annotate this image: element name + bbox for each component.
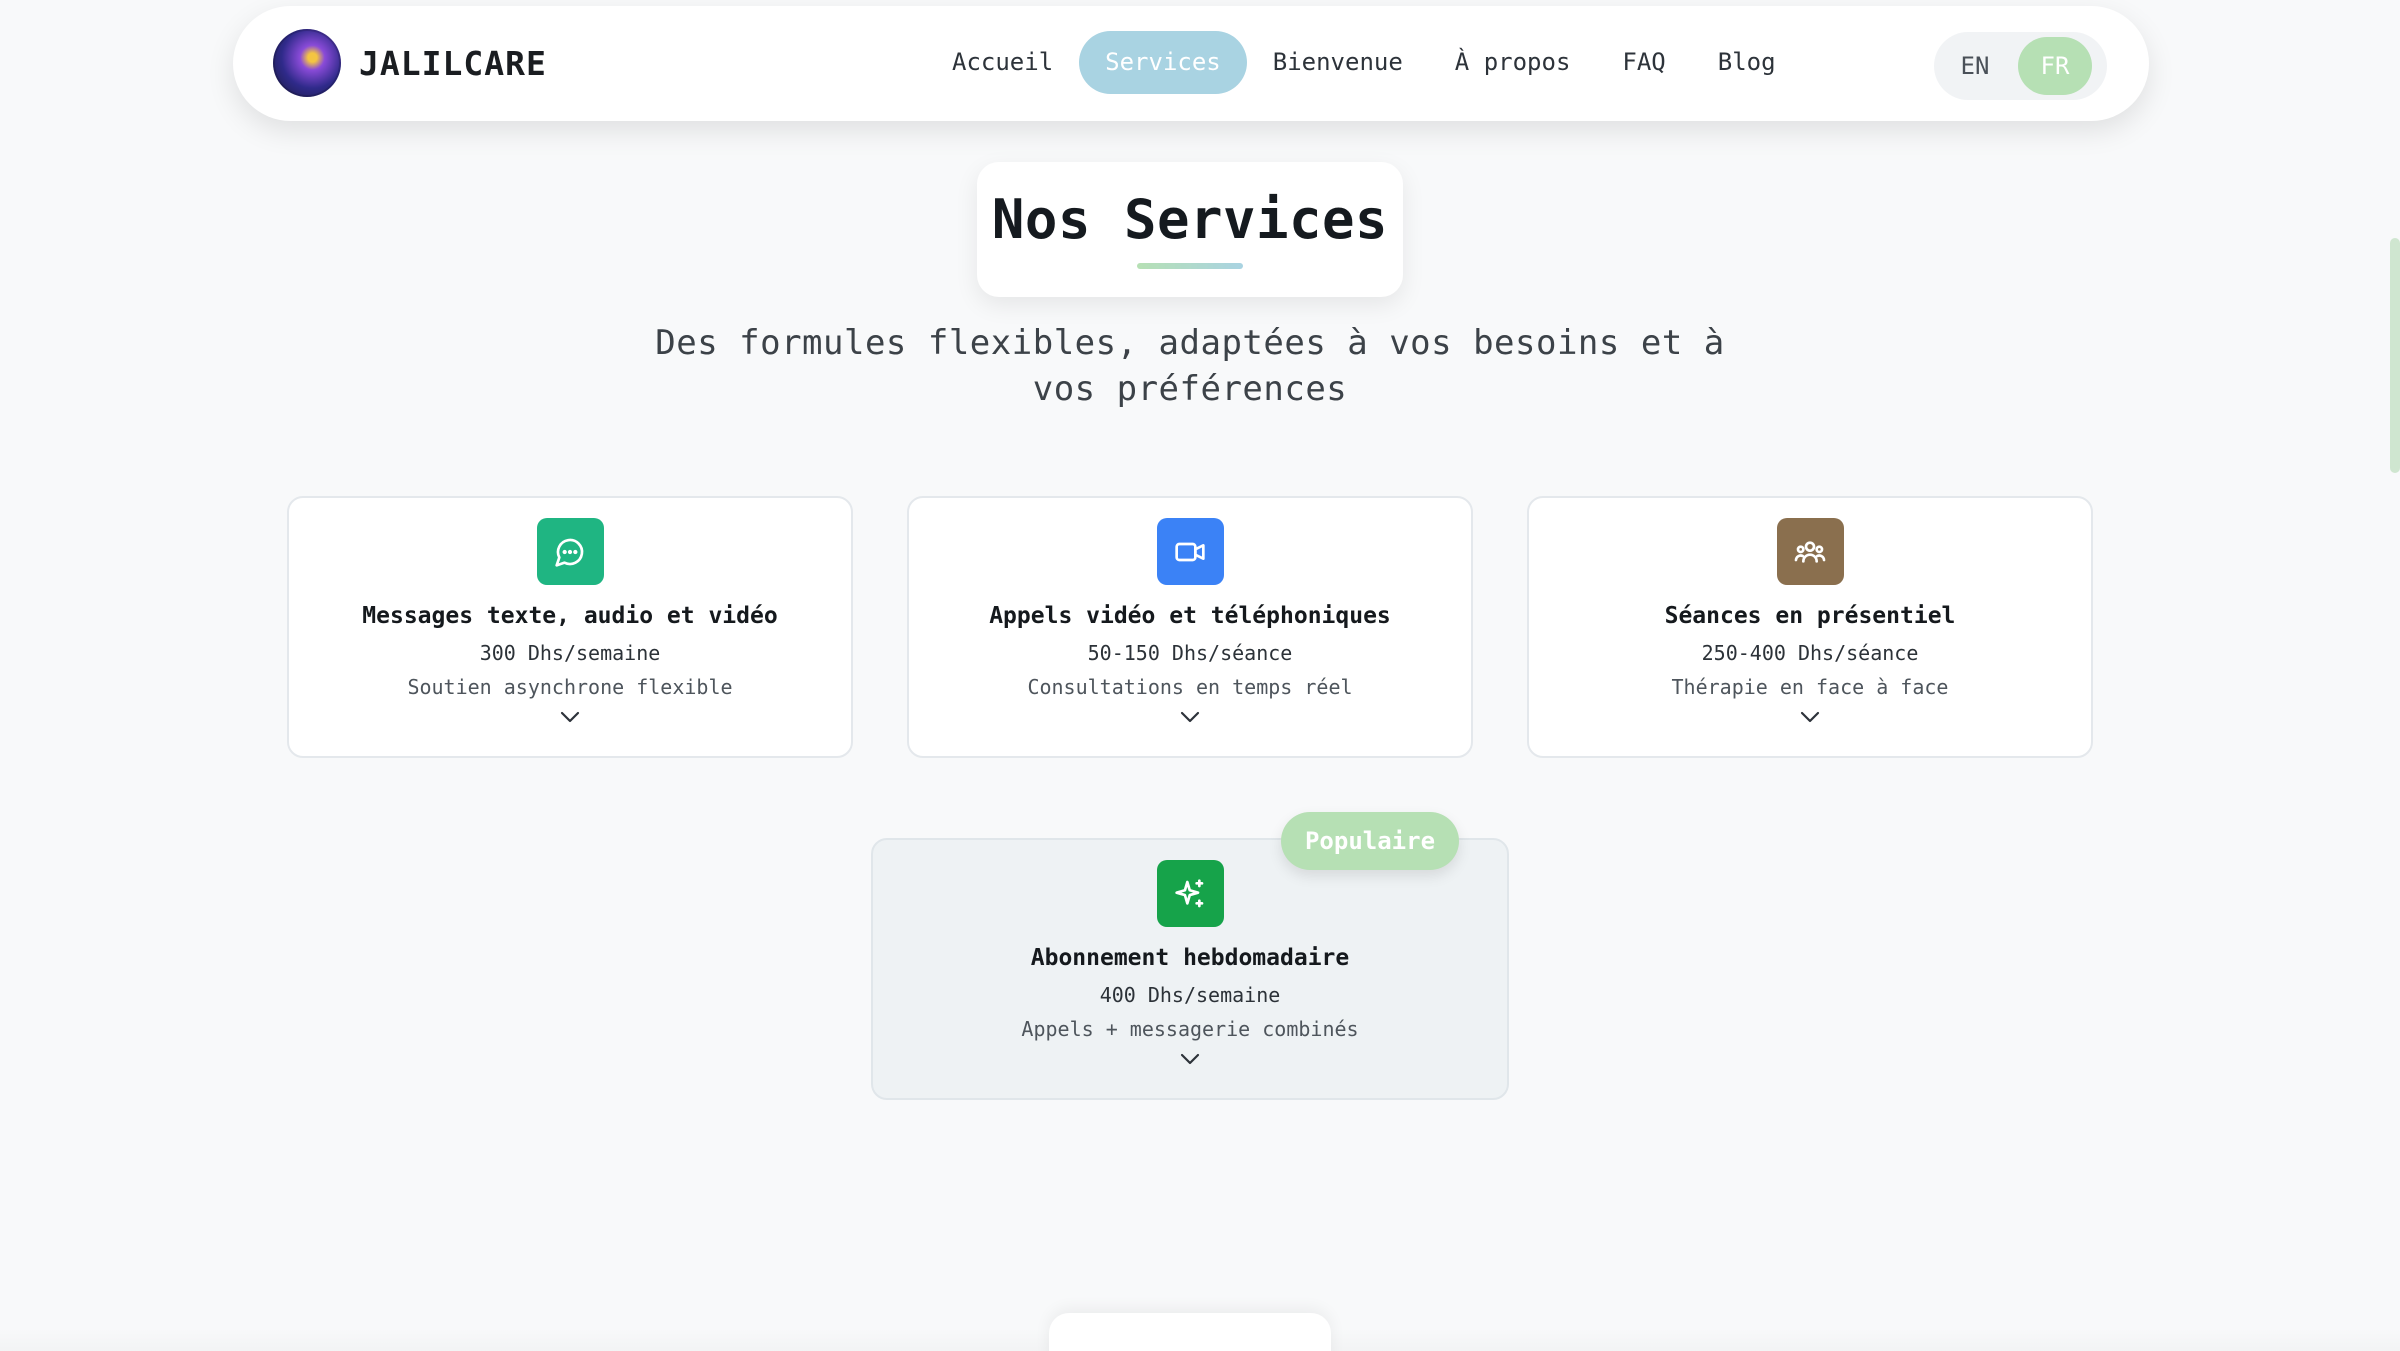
- chevron-down-icon[interactable]: [1799, 709, 1821, 725]
- section-title-card: Nos Services: [977, 162, 1403, 297]
- service-title: Séances en présentiel: [1664, 603, 1956, 629]
- service-card-presentiel[interactable]: Séances en présentiel 250-400 Dhs/séance…: [1527, 496, 2093, 758]
- subtitle-line-2: vos préférences: [1032, 369, 1348, 409]
- title-underline: [1137, 263, 1243, 269]
- service-price: 300 Dhs/semaine: [479, 641, 661, 665]
- service-card-abonnement[interactable]: Populaire Abonnement hebdomadaire 400 Dh…: [871, 812, 1509, 1100]
- popular-badge: Populaire: [1281, 812, 1459, 870]
- service-price: 50-150 Dhs/séance: [1087, 641, 1293, 665]
- service-description: Thérapie en face à face: [1671, 675, 1949, 699]
- nav-item-bienvenue[interactable]: Bienvenue: [1247, 31, 1429, 94]
- video-camera-icon: [1156, 518, 1224, 585]
- scrollbar-thumb[interactable]: [2390, 238, 2400, 473]
- service-title: Appels vidéo et téléphoniques: [989, 603, 1391, 629]
- service-price: 250-400 Dhs/séance: [1701, 641, 1919, 665]
- service-title: Abonnement hebdomadaire: [1030, 945, 1350, 971]
- nav-item-services[interactable]: Services: [1079, 31, 1247, 94]
- section-title: Nos Services: [991, 188, 1389, 251]
- nav-item-a-propos[interactable]: À propos: [1429, 31, 1597, 94]
- language-en-button[interactable]: EN: [1938, 37, 2012, 95]
- service-card-messages[interactable]: Messages texte, audio et vidéo 300 Dhs/s…: [287, 496, 853, 758]
- service-description: Soutien asynchrone flexible: [407, 675, 733, 699]
- brand-name[interactable]: JALILCARE: [359, 44, 547, 83]
- service-description: Appels + messagerie combinés: [1021, 1017, 1359, 1041]
- chat-bubble-icon: [536, 518, 604, 585]
- sparkles-icon: [1156, 860, 1224, 927]
- brand-logo[interactable]: [273, 29, 341, 97]
- service-price: 400 Dhs/semaine: [1099, 983, 1281, 1007]
- section-subtitle: Des formules flexibles, adaptées à vos b…: [620, 320, 1760, 412]
- chevron-down-icon[interactable]: [1179, 1051, 1201, 1067]
- nav-item-faq[interactable]: FAQ: [1596, 31, 1691, 94]
- service-card-appels[interactable]: Appels vidéo et téléphoniques 50-150 Dhs…: [907, 496, 1473, 758]
- language-switcher: EN FR: [1934, 32, 2107, 100]
- subtitle-line-1: Des formules flexibles, adaptées à vos b…: [655, 323, 1725, 363]
- service-title: Messages texte, audio et vidéo: [362, 603, 778, 629]
- chevron-down-icon[interactable]: [1179, 709, 1201, 725]
- navbar: JALILCARE Accueil Services Bienvenue À p…: [233, 6, 2149, 121]
- nav-item-blog[interactable]: Blog: [1692, 31, 1802, 94]
- brand[interactable]: JALILCARE: [273, 28, 547, 98]
- language-fr-button[interactable]: FR: [2018, 37, 2092, 95]
- next-section-title-card: [1049, 1313, 1331, 1351]
- page-scrollbar[interactable]: [2390, 0, 2400, 1351]
- main-nav: Accueil Services Bienvenue À propos FAQ …: [926, 31, 1802, 94]
- nav-item-accueil[interactable]: Accueil: [926, 31, 1079, 94]
- users-group-icon: [1776, 518, 1844, 585]
- service-description: Consultations en temps réel: [1027, 675, 1353, 699]
- chevron-down-icon[interactable]: [559, 709, 581, 725]
